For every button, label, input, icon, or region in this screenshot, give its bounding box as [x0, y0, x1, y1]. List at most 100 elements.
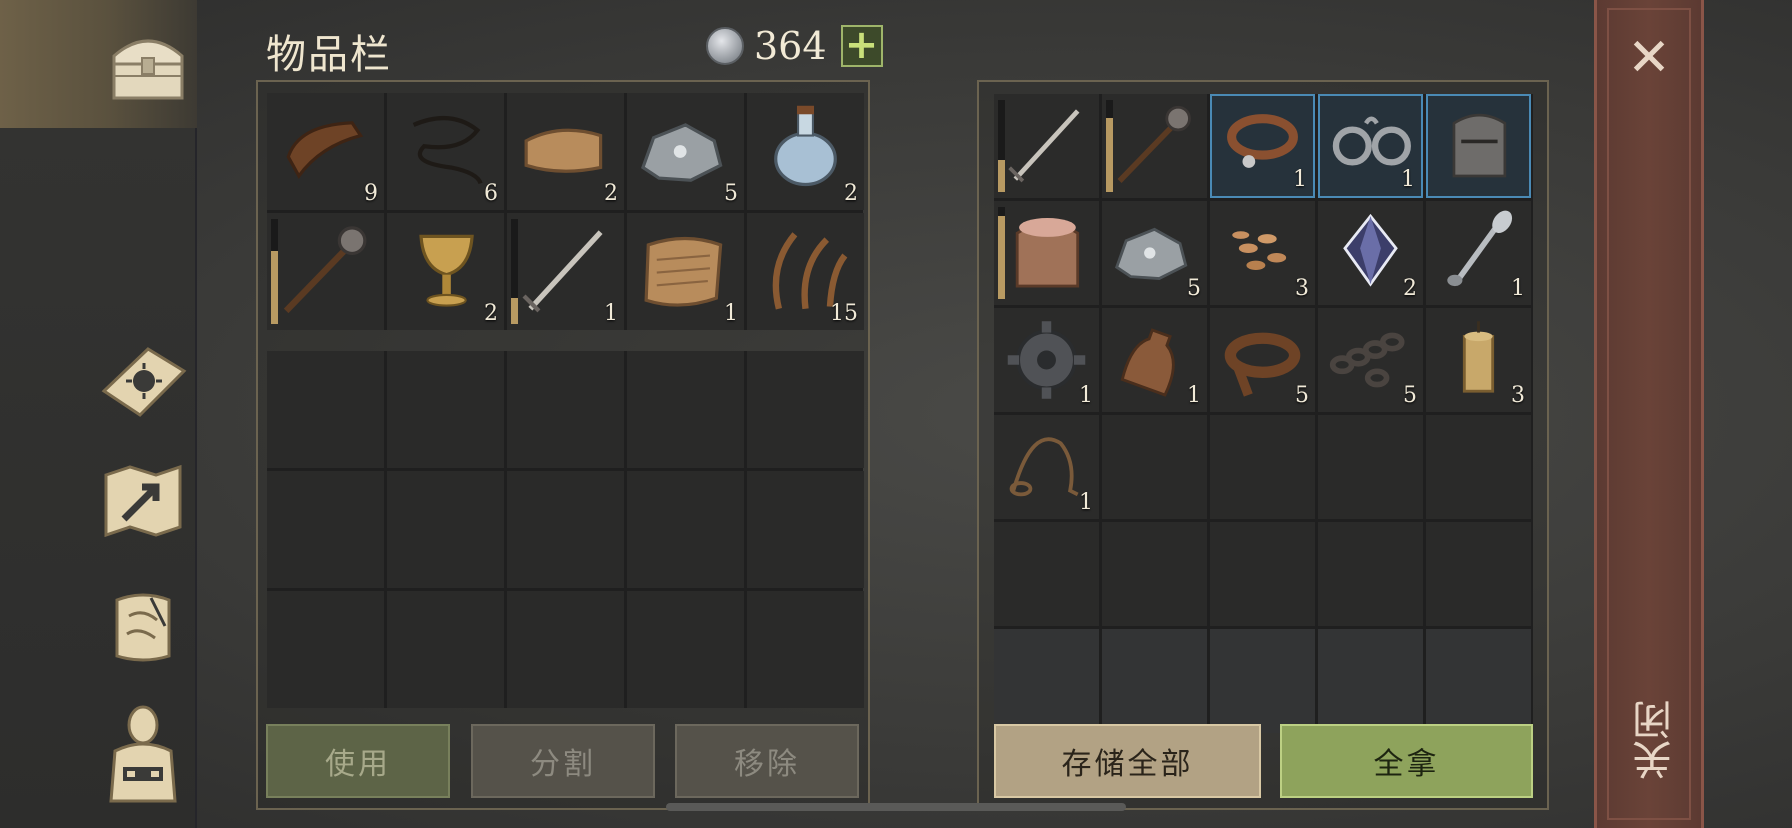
storage-slot[interactable] [1318, 415, 1423, 519]
storage-slot[interactable]: 1 [1426, 201, 1531, 305]
inventory-empty-grid [267, 351, 864, 708]
inventory-slot[interactable]: 2 [387, 213, 504, 330]
inventory-slot[interactable]: 2 [507, 93, 624, 210]
inventory-slot[interactable] [267, 213, 384, 330]
storage-slot[interactable]: 3 [1210, 201, 1315, 305]
inventory-empty-slot[interactable] [627, 591, 744, 708]
inventory-empty-slot[interactable] [267, 471, 384, 588]
sword-icon [1008, 109, 1080, 183]
inventory-empty-slot[interactable] [267, 351, 384, 468]
close-icon[interactable]: ✕ [1621, 30, 1677, 86]
item-count: 1 [1293, 167, 1307, 192]
use-button[interactable]: 使用 [266, 724, 450, 798]
item-count: 9 [364, 181, 378, 206]
storage-slot[interactable] [1102, 629, 1207, 733]
mace-icon [283, 226, 367, 314]
close-panel[interactable]: ✕ 关闭 [1594, 0, 1704, 828]
page-title: 物品栏 [266, 32, 392, 78]
storage-slot[interactable]: 1 [994, 415, 1099, 519]
item-count: 5 [1403, 383, 1417, 408]
storage-slot[interactable]: 5 [1210, 308, 1315, 412]
storage-slot[interactable]: 1 [1318, 94, 1423, 198]
close-panel-frame [1607, 8, 1691, 820]
chest-icon[interactable] [100, 18, 196, 114]
sidebar-active-tab[interactable] [0, 0, 197, 128]
inventory-empty-slot[interactable] [387, 471, 504, 588]
item-count: 2 [604, 181, 618, 206]
storage-slot[interactable]: 1 [1210, 94, 1315, 198]
inventory-slot[interactable]: 15 [747, 213, 864, 330]
storage-slot[interactable] [1210, 522, 1315, 626]
durability-bar [998, 207, 1005, 299]
durability-fill [998, 216, 1005, 299]
storage-slot[interactable] [1210, 415, 1315, 519]
storage-slot[interactable]: 1 [994, 308, 1099, 412]
item-count: 5 [1295, 383, 1309, 408]
sidebar [0, 0, 197, 828]
scroll-icon[interactable] [95, 578, 191, 674]
currency-display: 364 + [706, 24, 883, 68]
storage-slot[interactable] [994, 629, 1099, 733]
item-count: 1 [724, 301, 738, 326]
inventory-empty-slot[interactable] [507, 471, 624, 588]
storage-slot[interactable] [1102, 415, 1207, 519]
storage-slot[interactable] [994, 94, 1099, 198]
storage-slot[interactable]: 3 [1426, 308, 1531, 412]
sun-book-icon[interactable] [95, 333, 191, 429]
inventory-slot[interactable]: 5 [627, 93, 744, 210]
remove-button[interactable]: 移除 [675, 724, 859, 798]
inventory-empty-slot[interactable] [507, 351, 624, 468]
storage-slot[interactable] [1426, 94, 1531, 198]
mace-icon [1117, 105, 1191, 183]
inventory-empty-slot[interactable] [747, 351, 864, 468]
storage-slot[interactable] [994, 522, 1099, 626]
take-all-button[interactable]: 全拿 [1280, 724, 1533, 798]
storage-slot[interactable] [994, 201, 1099, 305]
inventory-slot[interactable]: 2 [747, 93, 864, 210]
inventory-slot[interactable]: 9 [267, 93, 384, 210]
item-count: 2 [844, 181, 858, 206]
great-helm-icon [1452, 113, 1507, 178]
storage-slot[interactable] [1426, 629, 1531, 733]
item-count: 1 [1079, 383, 1093, 408]
inventory-slot[interactable]: 6 [387, 93, 504, 210]
storage-slot[interactable] [1210, 629, 1315, 733]
add-currency-button[interactable]: + [840, 25, 883, 67]
inventory-slot[interactable]: 1 [627, 213, 744, 330]
durability-bar [998, 100, 1005, 192]
storage-slot[interactable]: 5 [1102, 201, 1207, 305]
inventory-empty-slot[interactable] [387, 351, 504, 468]
map-icon[interactable] [95, 453, 191, 549]
inventory-empty-slot[interactable] [747, 591, 864, 708]
store-all-button[interactable]: 存储全部 [994, 724, 1261, 798]
storage-slot[interactable] [1102, 522, 1207, 626]
inventory-empty-slot[interactable] [387, 591, 504, 708]
inventory-empty-slot[interactable] [627, 351, 744, 468]
storage-slot[interactable] [1318, 522, 1423, 626]
inventory-empty-slot[interactable] [507, 591, 624, 708]
inventory-empty-slot[interactable] [627, 471, 744, 588]
storage-grid: 1 1 5 3 2 1 1 1 5 5 3 1 [994, 94, 1533, 733]
storage-slot[interactable] [1426, 415, 1531, 519]
storage-slot[interactable]: 1 [1102, 308, 1207, 412]
item-count: 6 [484, 181, 498, 206]
item-count: 1 [1079, 490, 1093, 515]
storage-slot[interactable]: 5 [1318, 308, 1423, 412]
item-count: 2 [1403, 276, 1417, 301]
storage-slot[interactable] [1318, 629, 1423, 733]
scroll-indicator[interactable] [666, 803, 1126, 811]
item-count: 1 [604, 301, 618, 326]
storage-slot[interactable]: 2 [1318, 201, 1423, 305]
close-label[interactable]: 关闭 [1627, 700, 1685, 780]
character-icon[interactable] [95, 698, 191, 808]
item-count: 2 [484, 301, 498, 326]
split-button[interactable]: 分割 [471, 724, 655, 798]
storage-slot[interactable] [1426, 522, 1531, 626]
inventory-empty-slot[interactable] [267, 591, 384, 708]
storage-slot[interactable] [1102, 94, 1207, 198]
inventory-empty-slot[interactable] [747, 471, 864, 588]
inventory-slot[interactable]: 1 [507, 213, 624, 330]
durability-fill [511, 297, 518, 324]
silver-coin-icon [706, 27, 744, 65]
durability-bar [271, 219, 278, 324]
